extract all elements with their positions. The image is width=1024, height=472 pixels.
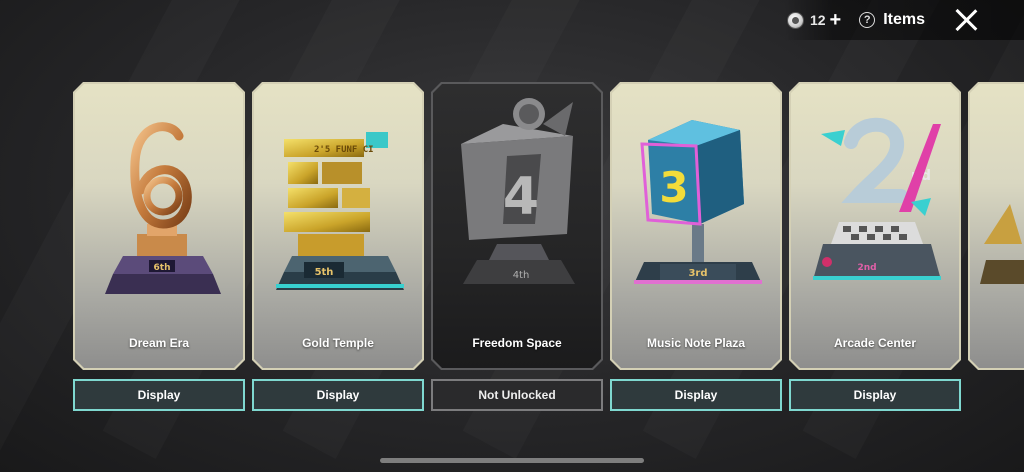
display-button[interactable]: Display <box>73 379 245 411</box>
trophy-card[interactable]: nd 2nd Arcade Center Display <box>789 82 961 411</box>
help-icon: ? <box>859 12 876 28</box>
svg-text:2'5 FUNF CI: 2'5 FUNF CI <box>314 145 374 155</box>
rank-number: 3 <box>659 163 688 212</box>
trophy-freedom-space-image: 4 4th <box>433 84 601 324</box>
trophy-card-list: 6th Dream Era Display 2'5 FUNF CI 5th Go… <box>73 82 1024 412</box>
add-currency-icon[interactable]: + <box>830 10 842 30</box>
rank-label: 2nd <box>857 263 876 273</box>
card-frame: nd 2nd Arcade Center <box>789 82 961 370</box>
rank-number: 4 <box>503 167 539 227</box>
display-button[interactable]: Display <box>610 379 782 411</box>
card-frame: 6th Dream Era <box>73 82 245 370</box>
trophy-gold-temple-image: 2'5 FUNF CI 5th <box>254 84 422 324</box>
rank-label: 4th <box>513 270 530 281</box>
home-indicator <box>380 458 644 463</box>
coin-icon <box>786 11 804 29</box>
trophy-partial-image <box>970 84 1024 324</box>
trophy-card-partial[interactable] <box>968 82 1024 370</box>
currency-display: 12 + <box>786 10 842 30</box>
trophy-card-locked[interactable]: 4 4th Freedom Space Not Unlocked <box>431 82 603 411</box>
rank-label: 6th <box>154 263 171 273</box>
card-frame: 4 4th Freedom Space <box>431 82 603 370</box>
trophy-card[interactable]: 3 3rd Music Note Plaza Display <box>610 82 782 411</box>
card-name: Music Note Plaza <box>646 336 746 350</box>
card-name: Dream Era <box>128 336 190 350</box>
trophy-music-note-plaza-image: 3 3rd <box>612 84 780 324</box>
top-bar: 12 + ? Items <box>784 0 1024 40</box>
not-unlocked-button[interactable]: Not Unlocked <box>431 379 603 411</box>
currency-amount: 12 <box>809 12 826 28</box>
card-frame: 2'5 FUNF CI 5th Gold Temple <box>252 82 424 370</box>
items-label: Items <box>883 11 925 28</box>
close-icon[interactable] <box>953 7 979 33</box>
trophy-card[interactable]: 6th Dream Era Display <box>73 82 245 411</box>
card-frame: 3 3rd Music Note Plaza <box>610 82 782 370</box>
display-button[interactable]: Display <box>252 379 424 411</box>
trophy-card[interactable]: 2'5 FUNF CI 5th Gold Temple Display <box>252 82 424 411</box>
trophy-dream-era-image: 6th <box>75 84 243 324</box>
card-name: Arcade Center <box>833 336 917 350</box>
trophy-arcade-center-image: nd 2nd <box>791 84 959 324</box>
card-frame <box>968 82 1024 370</box>
display-button[interactable]: Display <box>789 379 961 411</box>
items-button[interactable]: ? Items <box>859 11 925 29</box>
card-name: Gold Temple <box>302 336 374 350</box>
card-name: Freedom Space <box>472 336 562 350</box>
rank-label: 5th <box>315 267 334 278</box>
rank-label: 3rd <box>688 268 707 279</box>
